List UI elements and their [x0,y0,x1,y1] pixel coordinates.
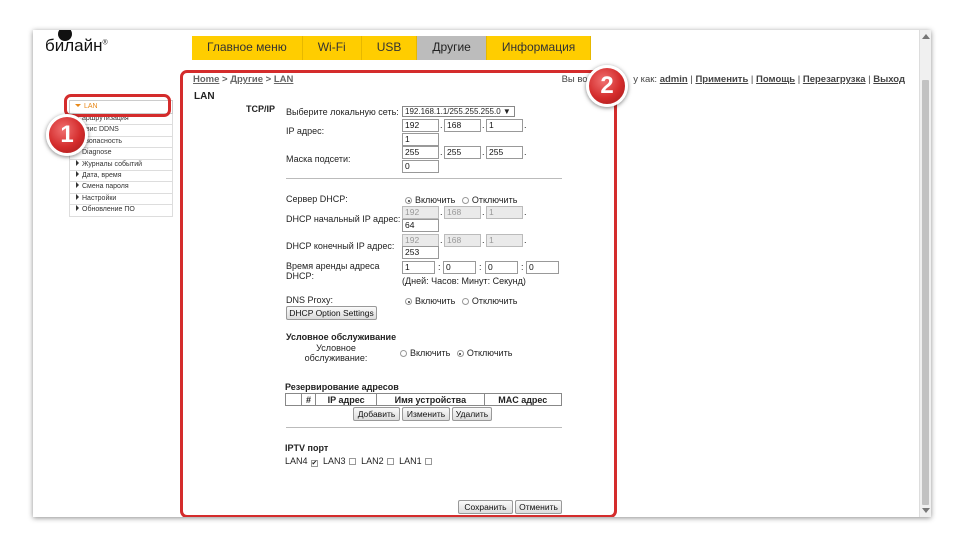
caret-right-icon [76,205,79,212]
step-badge-2: 2 [586,65,628,107]
reboot-link[interactable]: Перезагрузка [803,74,866,85]
sidebar-item-diagnose[interactable]: Diagnose [69,148,173,160]
tab-usb[interactable]: USB [361,36,418,60]
tab-wifi[interactable]: Wi-Fi [302,36,362,60]
caret-right-icon [76,170,79,177]
vertical-scrollbar[interactable] [919,30,931,517]
tab-main-menu[interactable]: Главное меню [192,36,303,60]
sidebar-item-label: Обновление ПО [82,206,135,214]
login-suffix: у как: [633,74,658,85]
highlight-lan-settings [180,70,617,517]
sidebar-item-label: Diagnose [82,149,112,157]
sidebar-item-label: Настройки [82,194,117,202]
browser-viewport: билайн® Главное меню Wi-Fi USB Другие Ин… [33,30,931,517]
sidebar-item-label: езопасность [82,137,123,145]
sidebar-item-label: Журналы событий [82,160,143,168]
step-badge-1: 1 [46,114,88,156]
help-link[interactable]: Помощь [756,74,795,85]
scroll-down-icon[interactable] [922,508,930,513]
sidebar-item-firmware[interactable]: Обновление ПО [69,205,173,217]
sidebar-item-password[interactable]: Смена пароля [69,182,173,194]
admin-link[interactable]: admin [660,74,688,85]
caret-right-icon [76,159,79,166]
tab-information[interactable]: Информация [486,36,592,60]
tab-other[interactable]: Другие [417,36,487,60]
sidebar-item-label: Смена пароля [82,183,129,191]
highlight-lan-menu [64,94,171,117]
sidebar-item-datetime[interactable]: Дата, время [69,170,173,183]
sidebar: LAN аршрутизация рвис DDNS езопасность D… [69,100,173,217]
sidebar-item-label: Дата, время [82,171,122,179]
scroll-thumb[interactable] [922,80,929,505]
link-sep: | [795,74,803,85]
beeline-logo: билайн® [45,30,108,56]
logout-link[interactable]: Выход [873,74,905,85]
link-sep: | [748,74,757,85]
apply-link[interactable]: Применить [695,74,748,85]
caret-right-icon [76,193,79,200]
sidebar-item-logs[interactable]: Журналы событий [69,159,173,171]
sidebar-item-settings[interactable]: Настройки [69,193,173,206]
top-navigation: Главное меню Wi-Fi USB Другие Информация [192,36,592,60]
logo-mark: ® [102,39,108,47]
scroll-up-icon[interactable] [922,34,930,39]
logo-text: билайн [45,36,103,55]
caret-right-icon [76,182,79,189]
